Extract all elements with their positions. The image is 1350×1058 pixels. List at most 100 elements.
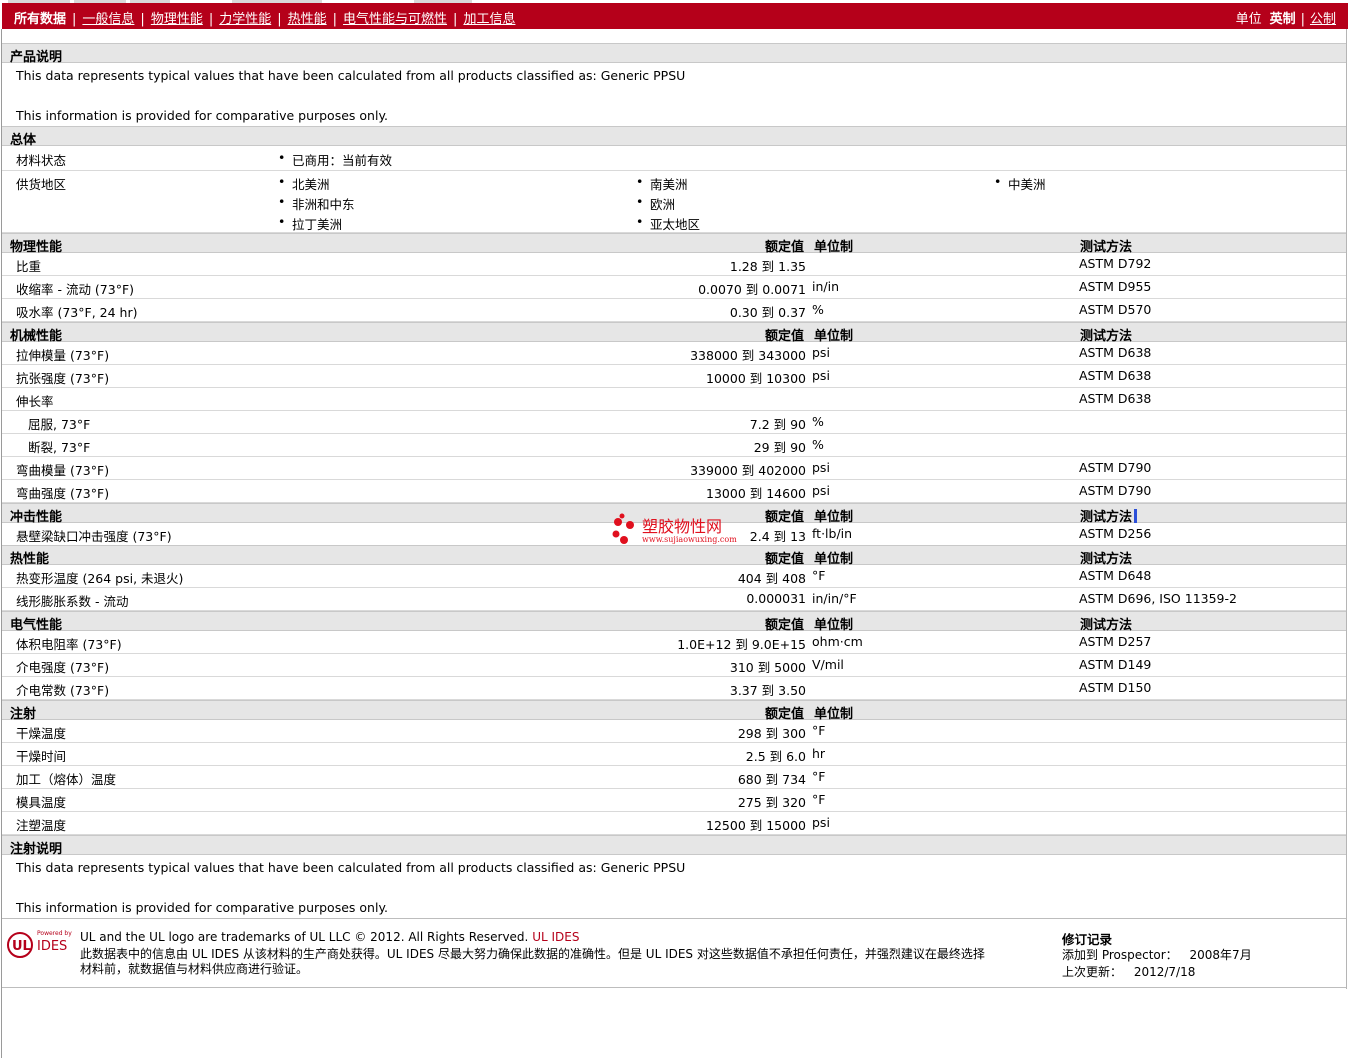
property-name: 热变形温度 (264 psi, 未退火) (16, 571, 184, 586)
revision-added: 添加到 Prospector： 2008年7月 (1062, 946, 1252, 963)
supply-region-row: 供货地区 北美洲 非洲和中东 拉丁美洲 南美洲 欧洲 亚太地区 中美洲 (2, 171, 1346, 233)
property-name: 悬壁梁缺口冲击强度 (73°F) (16, 529, 172, 544)
property-name: 注塑温度 (16, 818, 67, 833)
region-item: 非洲和中东 (278, 194, 354, 213)
frame-border (1346, 29, 1347, 989)
section-header-physical: 物理性能 额定值 单位制 测试方法 (2, 233, 1346, 255)
property-method: ASTM D570 (1079, 302, 1152, 317)
property-value: 680 到 734 (737, 772, 806, 787)
watermark-url: www.sujiaowuxing.com (642, 535, 737, 544)
ul-ides-link[interactable]: UL IDES (532, 930, 579, 944)
property-unit: psi (812, 483, 830, 498)
property-value: 298 到 300 (737, 726, 806, 741)
property-unit: psi (812, 815, 830, 830)
property-name: 线形膨胀系数 - 流动 (16, 594, 129, 609)
property-name: 介电强度 (73°F) (16, 660, 110, 675)
separator: | (453, 12, 458, 27)
divider (2, 987, 1346, 988)
injection-desc-line2: This information is provided for compara… (16, 900, 389, 915)
disclaimer-line2: 材料前，就数据值与材料供应商进行验证。 (80, 962, 309, 976)
property-method: ASTM D790 (1079, 460, 1152, 475)
updated-value: 2012/7/18 (1133, 965, 1196, 979)
property-unit: V/mil (812, 657, 844, 672)
region-item: 南美洲 (636, 174, 687, 193)
property-value: 339000 到 402000 (690, 463, 806, 478)
property-value: 13000 到 14600 (706, 486, 806, 501)
property-value: 275 到 320 (737, 795, 806, 810)
unit-metric-link[interactable]: 公制 (1310, 12, 1336, 27)
section-header-thermal: 热性能 额定值 单位制 测试方法 (2, 545, 1346, 567)
property-method: ASTM D792 (1079, 256, 1152, 271)
section-header-product-desc: 产品说明 (2, 43, 1346, 65)
property-unit: hr (812, 746, 826, 761)
tab-all-data[interactable]: 所有数据 (14, 12, 66, 27)
watermark-text: 塑胶物性网 (642, 517, 722, 536)
property-name: 吸水率 (73°F, 24 hr) (16, 305, 138, 320)
revision-updated: 上次更新： 2012/7/18 (1062, 963, 1195, 980)
property-unit: ft·lb/in (812, 526, 853, 541)
property-method: ASTM D150 (1079, 680, 1152, 695)
tab-stub (130, 0, 170, 3)
property-row: 吸水率 (73°F, 24 hr) 0.30 到 0.37% ASTM D570 (2, 299, 1346, 322)
trademark-line: UL and the UL logo are trademarks of UL … (80, 930, 579, 944)
property-name: 干燥时间 (16, 749, 67, 764)
separator: | (72, 12, 77, 27)
property-name: 弯曲模量 (73°F) (16, 463, 110, 478)
property-unit: psi (812, 460, 830, 475)
region-item: 拉丁美洲 (278, 214, 342, 233)
property-method: ASTM D257 (1079, 634, 1152, 649)
product-desc-line2: This information is provided for compara… (16, 108, 389, 123)
updated-label: 上次更新： (1062, 965, 1123, 979)
tab-mechanical[interactable]: 力学性能 (219, 12, 271, 27)
property-unit: °F (812, 723, 826, 738)
property-name: 模具温度 (16, 795, 67, 810)
tab-general-info[interactable]: 一般信息 (82, 12, 134, 27)
property-unit: % (812, 302, 824, 317)
property-value: 0.0070 到 0.0071 (698, 282, 806, 297)
property-name: 断裂, 73°F (28, 440, 91, 455)
property-row: 比重 1.28 到 1.35 ASTM D792 (2, 253, 1346, 276)
separator: | (140, 12, 145, 27)
tab-electrical[interactable]: 电气性能与可燃性 (343, 12, 447, 27)
property-value: 1.0E+12 到 9.0E+15 (677, 637, 806, 652)
section-title: 总体 (10, 133, 37, 148)
status-value: 已商用：当前有效 (278, 150, 392, 169)
property-unit: in/in/°F (812, 591, 857, 606)
svg-text:UL: UL (12, 939, 31, 954)
divider (2, 918, 1346, 919)
property-row: 加工（熔体）温度 680 到 734 °F (2, 766, 1346, 789)
property-name: 屈服, 73°F (28, 417, 91, 432)
property-value: 0.000031 (746, 591, 806, 606)
property-row: 拉伸模量 (73°F) 338000 到 343000 psi ASTM D638 (2, 342, 1346, 365)
section-title: 产品说明 (10, 50, 63, 65)
region-item: 中美洲 (994, 174, 1045, 193)
property-method: ASTM D696, ISO 11359-2 (1079, 591, 1237, 606)
section-header-injection-desc: 注射说明 (2, 835, 1346, 857)
unit-english: 英制 (1269, 12, 1296, 27)
property-unit: °F (812, 769, 826, 784)
section-title: 注射说明 (10, 842, 63, 857)
property-unit: °F (812, 792, 826, 807)
tab-thermal[interactable]: 热性能 (288, 12, 327, 27)
property-value: 2.4 到 13 (749, 529, 806, 544)
property-name: 比重 (16, 259, 42, 274)
property-value: 1.28 到 1.35 (729, 259, 806, 274)
tab-physical[interactable]: 物理性能 (151, 12, 203, 27)
property-method: ASTM D149 (1079, 657, 1152, 672)
property-value: 12500 到 15000 (706, 818, 806, 833)
unit-switcher: 单位 英制 | 公制 (1236, 8, 1336, 27)
text-cursor (1134, 509, 1138, 523)
property-row: 收缩率 - 流动 (73°F) 0.0070 到 0.0071 in/in ASTM … (2, 276, 1346, 299)
property-name: 加工（熔体）温度 (16, 772, 117, 787)
property-row: 介电常数 (73°F) 3.37 到 3.50 ASTM D150 (2, 677, 1346, 700)
units-label: 单位 (1235, 12, 1262, 27)
property-row: 弯曲模量 (73°F) 339000 到 402000 psi ASTM D790 (2, 457, 1346, 480)
property-value: 29 到 90 (753, 440, 806, 455)
tab-processing[interactable]: 加工信息 (463, 12, 515, 27)
property-name: 拉伸模量 (73°F) (16, 348, 110, 363)
property-method: ASTM D638 (1079, 345, 1152, 360)
section-header-electrical: 电气性能 额定值 单位制 测试方法 (2, 611, 1346, 633)
product-desc-line1: This data represents typical values that… (16, 68, 686, 83)
property-row: 体积电阻率 (73°F) 1.0E+12 到 9.0E+15 ohm·cm ASTM … (2, 631, 1346, 654)
property-unit: ohm·cm (812, 634, 863, 649)
